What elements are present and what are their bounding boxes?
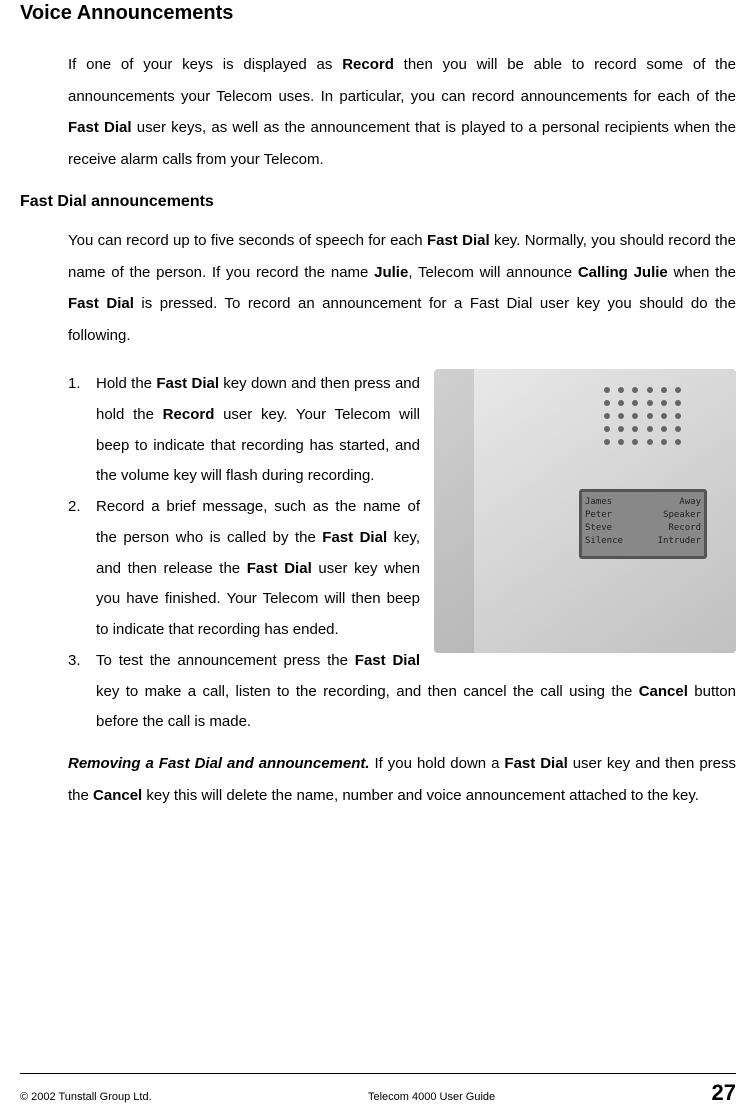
lcd-left-text: Peter <box>585 509 612 522</box>
text: user keys, as well as the announcement t… <box>68 119 736 168</box>
text-bold: Fast Dial <box>68 119 132 136</box>
device-photo: James Away Peter Speaker Steve Record Silence I… <box>434 369 736 653</box>
lcd-right-text: Speaker <box>663 509 701 522</box>
lcd-right-text: Intruder <box>658 535 701 548</box>
step-number: 1. <box>68 369 96 400</box>
text: is pressed. To record an announcement fo… <box>68 295 736 344</box>
text-bold: Record <box>163 406 215 423</box>
lcd-left-text: Silence <box>585 535 623 548</box>
section-title: Voice Announcements <box>20 2 736 25</box>
lcd-right-text: Away <box>679 496 701 509</box>
removing-paragraph: Removing a Fast Dial and announcement. I… <box>68 748 736 811</box>
text-bold: Fast Dial <box>247 560 312 577</box>
lcd-right-text: Record <box>668 522 701 535</box>
text: , Telecom will announce <box>408 264 578 281</box>
text: key to make a call, listen to the record… <box>96 683 639 700</box>
text: when the <box>668 264 736 281</box>
text-bold: Fast Dial <box>68 295 134 312</box>
text: Hold the <box>96 375 156 392</box>
text-bold: Julie <box>374 264 408 281</box>
text-bold: Cancel <box>93 787 142 804</box>
intro-paragraph: If one of your keys is displayed as Reco… <box>68 49 736 175</box>
text-bold: Fast Dial <box>427 232 490 249</box>
lcd-row: Steve Record <box>585 522 701 535</box>
text-bold: Fast Dial <box>322 529 387 546</box>
footer-copyright: © 2002 Tunstall Group Ltd. <box>20 1091 152 1103</box>
step-number: 3. <box>68 646 96 677</box>
subsection-title: Fast Dial announcements <box>20 193 736 211</box>
step-number: 2. <box>68 492 96 523</box>
text: You can record up to five seconds of spe… <box>68 232 427 249</box>
footer-page-number: 27 <box>712 1080 736 1106</box>
text-bold: Record <box>342 56 394 73</box>
removing-heading: Removing a Fast Dial and announcement. <box>68 755 370 772</box>
page-footer: © 2002 Tunstall Group Ltd. Telecom 4000 … <box>20 1073 736 1106</box>
text-bold: Cancel <box>639 683 688 700</box>
text-bold: Fast Dial <box>504 755 567 772</box>
lcd-left-text: James <box>585 496 612 509</box>
step-item: 3. To test the announcement press the Fa… <box>68 646 736 738</box>
device-lcd-screen: James Away Peter Speaker Steve Record Silence I… <box>579 489 707 559</box>
speaker-grille <box>604 387 684 447</box>
text: To test the announcement press the <box>96 652 355 669</box>
lcd-row: Peter Speaker <box>585 509 701 522</box>
text-bold: Fast Dial <box>355 652 420 669</box>
text-bold: Calling Julie <box>578 264 668 281</box>
text: If you hold down a <box>370 755 505 772</box>
lcd-left-text: Steve <box>585 522 612 535</box>
text: key this will delete the name, number an… <box>142 787 699 804</box>
text: If one of your keys is displayed as <box>68 56 342 73</box>
text-bold: Fast Dial <box>156 375 219 392</box>
lcd-row: James Away <box>585 496 701 509</box>
lcd-row: Silence Intruder <box>585 535 701 548</box>
sub-intro-paragraph: You can record up to five seconds of spe… <box>68 225 736 351</box>
footer-title: Telecom 4000 User Guide <box>152 1091 712 1103</box>
